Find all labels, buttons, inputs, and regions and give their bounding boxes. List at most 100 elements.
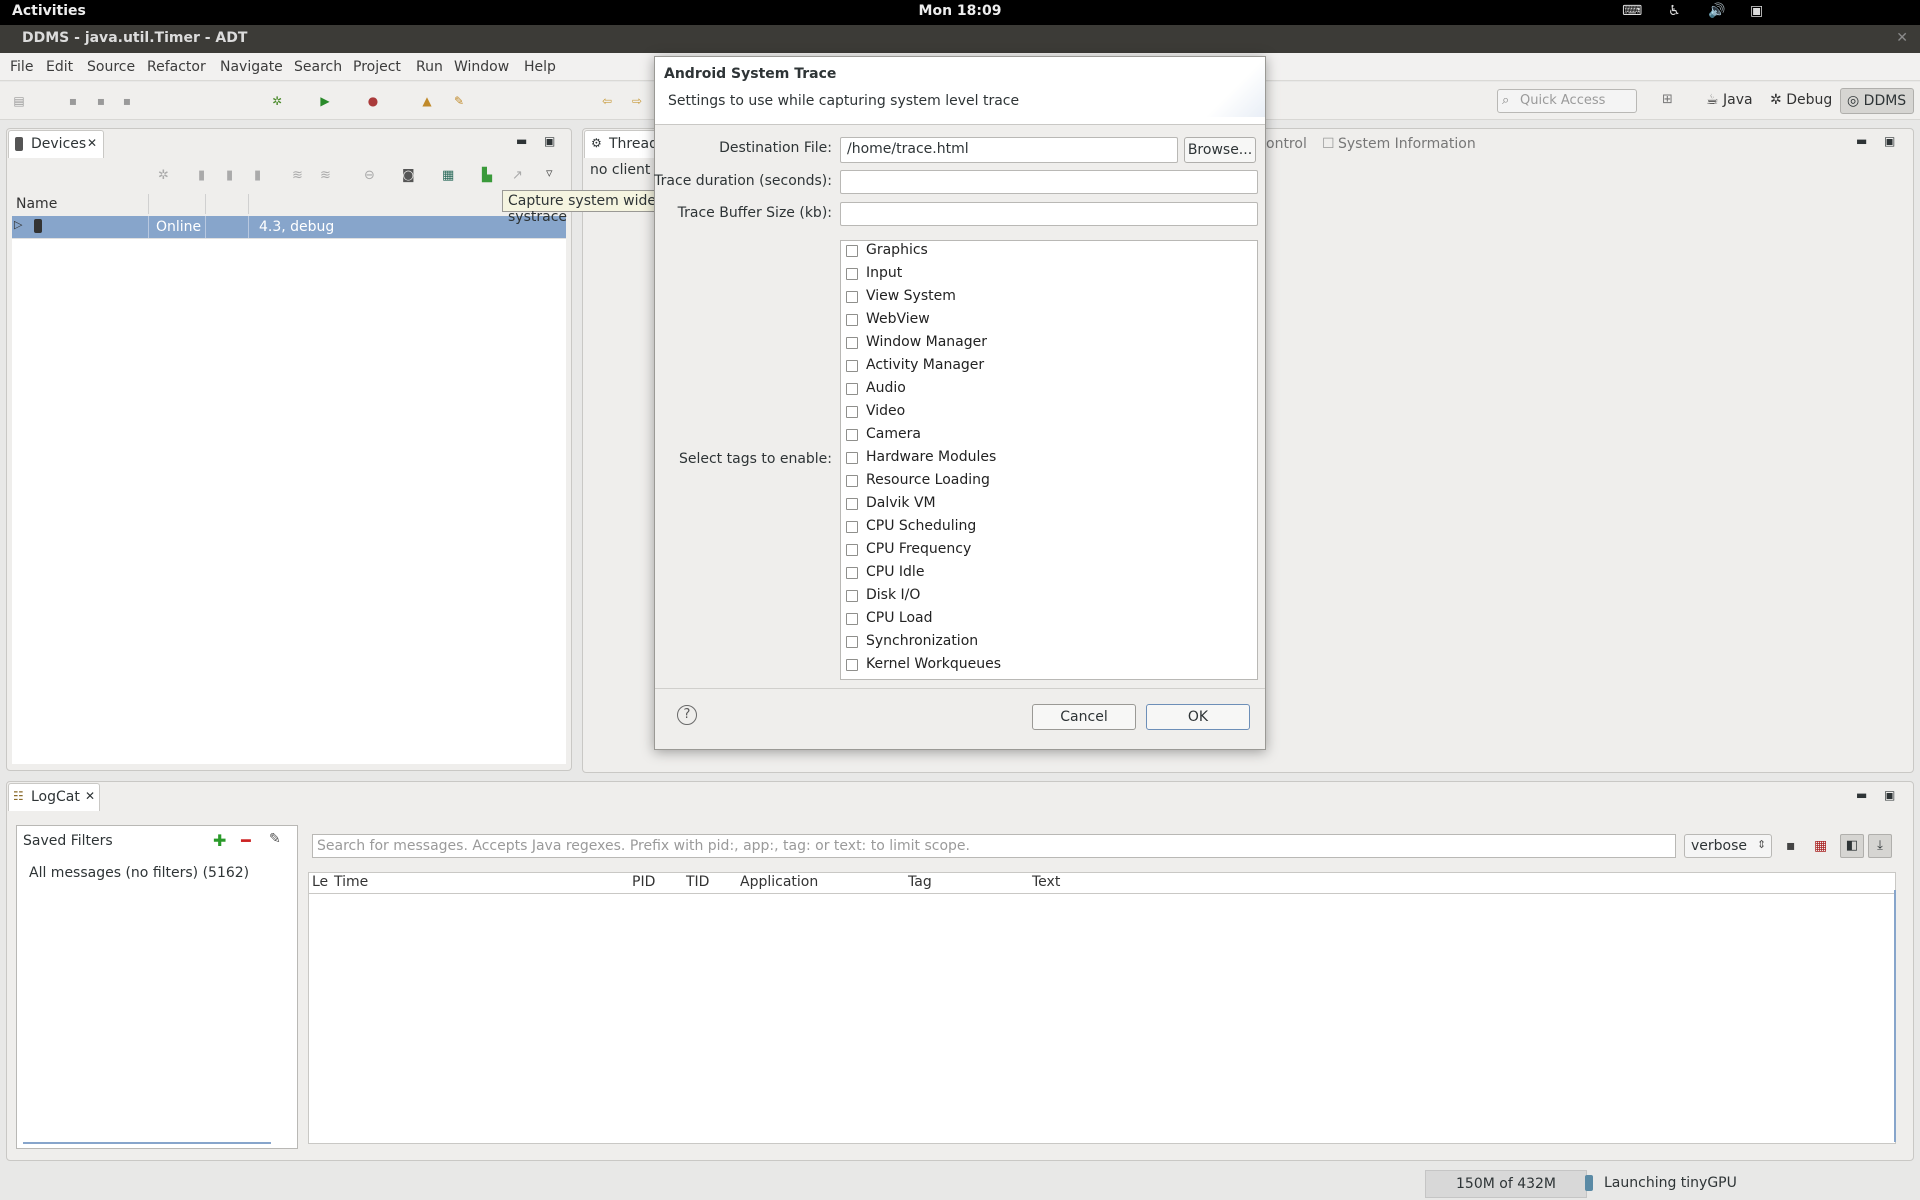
tab-control[interactable]: ontrol: [1266, 136, 1307, 152]
tab-devices[interactable]: Devices ✕: [8, 130, 104, 158]
tag-checkbox-kernel-workqueues[interactable]: [846, 659, 858, 671]
back-icon[interactable]: ⇦: [600, 94, 614, 108]
close-tab-icon[interactable]: ✕: [87, 136, 97, 150]
filter-all-messages[interactable]: All messages (no filters) (5162): [29, 865, 249, 881]
save-all-icon[interactable]: ▪: [94, 94, 108, 108]
menu-file[interactable]: File: [10, 59, 33, 75]
scroll-lock-icon[interactable]: ⤓: [1868, 834, 1892, 858]
help-icon[interactable]: ?: [677, 705, 697, 725]
column-level[interactable]: Le: [312, 874, 328, 890]
menu-help[interactable]: Help: [524, 59, 556, 75]
menu-run[interactable]: Run: [416, 59, 443, 75]
run-icon[interactable]: ▶: [318, 94, 332, 108]
network-icon[interactable]: ▣: [1750, 3, 1763, 19]
log-level-select[interactable]: verbose ⇕: [1684, 834, 1772, 858]
remove-filter-icon[interactable]: ━: [241, 831, 251, 850]
menu-edit[interactable]: Edit: [46, 59, 73, 75]
cause-gc-icon[interactable]: ▮: [254, 168, 261, 183]
column-time[interactable]: Time: [334, 874, 368, 890]
tag-checkbox-activity-manager[interactable]: [846, 360, 858, 372]
trash-icon[interactable]: [1585, 1175, 1593, 1191]
cancel-button[interactable]: Cancel: [1032, 704, 1136, 730]
column-application[interactable]: Application: [740, 874, 818, 890]
tag-checkbox-synchronization[interactable]: [846, 636, 858, 648]
tag-checkbox-view-system[interactable]: [846, 291, 858, 303]
toggle-filters-icon[interactable]: ◧: [1840, 834, 1864, 858]
trace-buffer-size-input[interactable]: [840, 202, 1258, 226]
menu-navigate[interactable]: Navigate: [220, 59, 283, 75]
opengl-trace-icon[interactable]: ↗: [512, 168, 523, 183]
view-menu-icon[interactable]: ▿: [546, 166, 553, 181]
search-icon[interactable]: ✎: [452, 94, 466, 108]
debug-icon[interactable]: ✲: [270, 94, 284, 108]
accessibility-icon[interactable]: ♿: [1668, 3, 1681, 19]
start-method-profiling-icon[interactable]: ≋: [320, 168, 331, 183]
tag-checkbox-disk-io[interactable]: [846, 590, 858, 602]
perspective-java[interactable]: ☕ Java: [1706, 92, 1753, 108]
minimize-icon[interactable]: ▬: [1856, 788, 1867, 802]
menu-refactor[interactable]: Refactor: [147, 59, 206, 75]
save-icon[interactable]: ▪: [66, 94, 80, 108]
add-filter-icon[interactable]: ✚: [213, 831, 226, 850]
tag-checkbox-webview[interactable]: [846, 314, 858, 326]
tag-checkbox-audio[interactable]: [846, 383, 858, 395]
column-tag[interactable]: Tag: [908, 874, 932, 890]
column-tid[interactable]: TID: [686, 874, 709, 890]
tag-checkbox-cpu-idle[interactable]: [846, 567, 858, 579]
expand-arrow-icon[interactable]: ▷: [14, 218, 22, 231]
menu-project[interactable]: Project: [353, 59, 401, 75]
external-tools-icon[interactable]: ●: [366, 94, 380, 108]
tag-checkbox-cpu-load[interactable]: [846, 613, 858, 625]
column-name[interactable]: Name: [16, 196, 57, 212]
debug-process-icon[interactable]: ✲: [158, 168, 169, 183]
clear-log-icon[interactable]: ▦: [1814, 838, 1827, 854]
update-heap-icon[interactable]: ▮: [198, 168, 205, 183]
logcat-scrollbar[interactable]: [1894, 890, 1896, 1142]
column-pid[interactable]: PID: [632, 874, 655, 890]
dump-view-hierarchy-icon[interactable]: ▦: [442, 168, 454, 183]
perspective-ddms[interactable]: ◎ DDMS: [1840, 88, 1914, 114]
tab-logcat[interactable]: ☷ LogCat ✕: [8, 783, 100, 811]
stop-process-icon[interactable]: ⊖: [364, 168, 375, 183]
print-icon[interactable]: ▪: [120, 94, 134, 108]
column-text[interactable]: Text: [1032, 874, 1060, 890]
volume-icon[interactable]: 🔊: [1708, 3, 1725, 19]
ok-button[interactable]: OK: [1146, 704, 1250, 730]
tag-checkbox-dalvik-vm[interactable]: [846, 498, 858, 510]
tag-checkbox-input[interactable]: [846, 268, 858, 280]
device-row[interactable]: ▷ Online 4.3, debug: [12, 216, 566, 238]
heap-status[interactable]: 150M of 432M: [1425, 1170, 1587, 1198]
screen-capture-icon[interactable]: ◙: [402, 168, 415, 183]
close-window-icon[interactable]: ✕: [1896, 30, 1908, 46]
perspective-debug[interactable]: ✲ Debug: [1770, 92, 1832, 108]
update-threads-icon[interactable]: ≋: [292, 168, 303, 183]
maximize-icon[interactable]: ▣: [1884, 788, 1895, 802]
minimize-icon[interactable]: ▬: [1856, 134, 1867, 148]
browse-button[interactable]: Browse...: [1184, 137, 1256, 163]
edit-filter-icon[interactable]: ✎: [269, 831, 281, 847]
tag-checkbox-window-manager[interactable]: [846, 337, 858, 349]
save-log-icon[interactable]: ▪: [1786, 838, 1796, 854]
tag-checkbox-graphics[interactable]: [846, 245, 858, 257]
tag-checkbox-video[interactable]: [846, 406, 858, 418]
scrollbar[interactable]: [23, 1142, 271, 1144]
maximize-icon[interactable]: ▣: [1884, 134, 1895, 148]
tab-system-information[interactable]: System Information: [1338, 136, 1476, 152]
dump-hprof-icon[interactable]: ▮: [226, 168, 233, 183]
tag-checkbox-cpu-scheduling[interactable]: [846, 521, 858, 533]
tag-checkbox-cpu-frequency[interactable]: [846, 544, 858, 556]
close-tab-icon[interactable]: ✕: [85, 789, 95, 803]
menu-search[interactable]: Search: [294, 59, 342, 75]
menu-window[interactable]: Window: [454, 59, 509, 75]
forward-icon[interactable]: ⇨: [630, 94, 644, 108]
tag-checkbox-camera[interactable]: [846, 429, 858, 441]
tab-threads[interactable]: ⚙ Thread: [584, 130, 664, 158]
keyboard-icon[interactable]: ⌨: [1622, 3, 1642, 19]
destination-file-input[interactable]: /home/trace.html: [840, 137, 1178, 163]
menu-source[interactable]: Source: [87, 59, 135, 75]
tag-checkbox-hardware-modules[interactable]: [846, 452, 858, 464]
quick-access-input[interactable]: ⌕ Quick Access: [1497, 89, 1637, 113]
new-icon[interactable]: ▤: [12, 94, 26, 108]
minimize-icon[interactable]: ▬: [516, 134, 527, 148]
maximize-icon[interactable]: ▣: [544, 134, 555, 148]
